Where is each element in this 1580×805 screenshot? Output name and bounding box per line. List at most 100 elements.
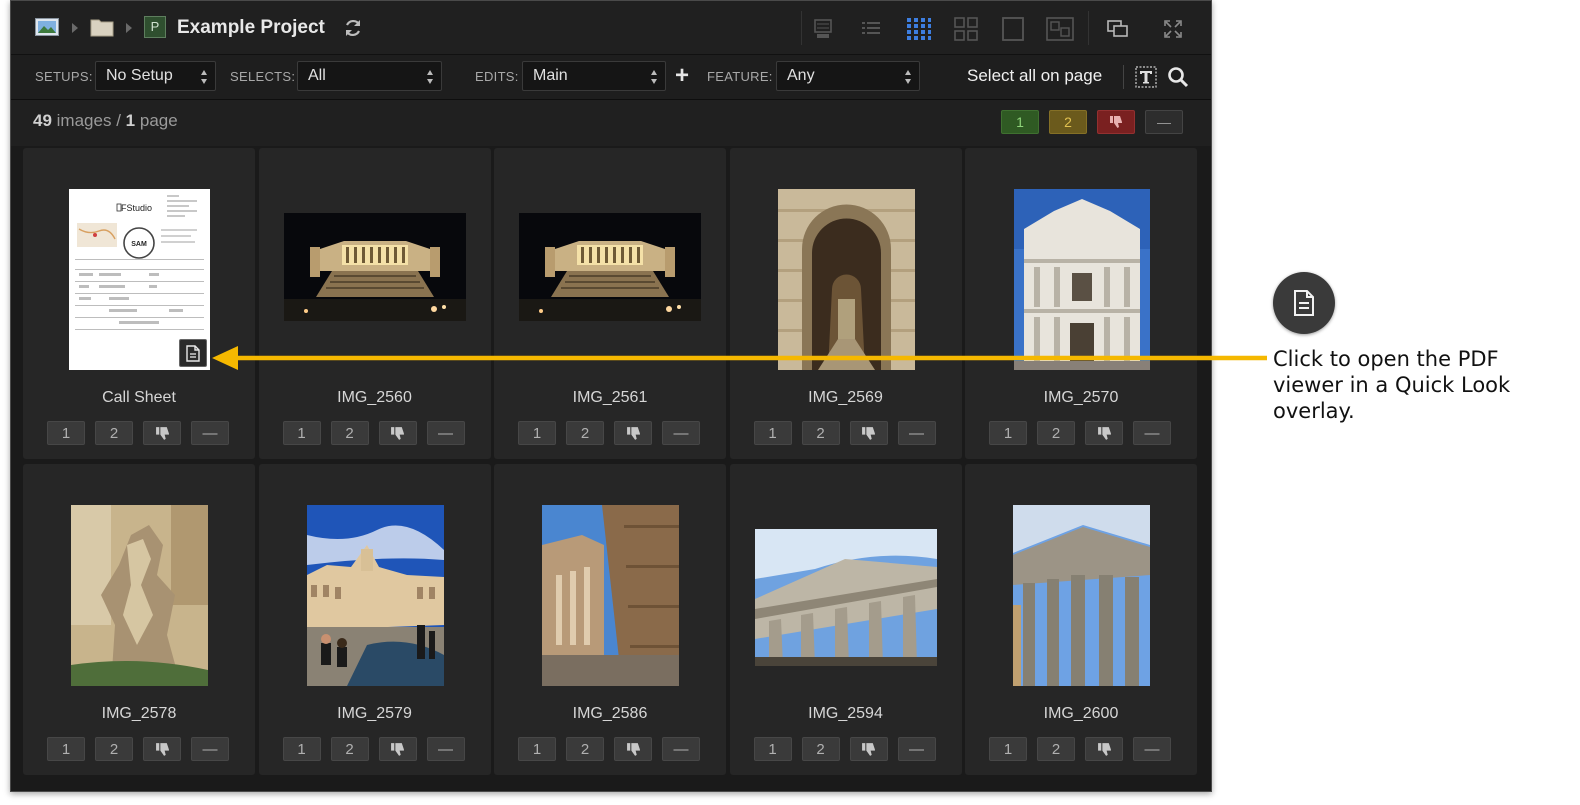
refresh-icon[interactable] [343,18,363,38]
rate-2-button[interactable]: 2 [1037,421,1075,445]
image-thumbnail[interactable] [754,529,937,666]
compare-view-icon[interactable] [1043,14,1077,44]
reject-button[interactable] [378,737,417,761]
thumbs-down-icon [862,426,875,440]
rate-2-button[interactable]: 2 [95,737,133,761]
filter-select-2-button[interactable]: 2 [1049,110,1087,134]
rating-label: 2 [580,424,590,442]
project-badge-icon[interactable]: P [144,15,166,39]
select-arrows-icon [651,70,657,84]
image-thumbnail[interactable] [71,505,208,686]
selects-select[interactable]: All [297,61,442,91]
edits-value: Main [533,67,568,84]
thumbnail-cell[interactable]: IMG_2578 1 2 — [23,464,255,775]
image-thumbnail[interactable] [542,505,679,686]
thumbnail-cell[interactable]: IMG_2569 1 2 — [729,148,962,459]
image-thumbnail[interactable] [306,505,444,686]
app-window: P Example Project SETUPS: No Setup SELEC… [10,0,1212,792]
reject-button[interactable] [849,421,888,445]
thumbnail-cell[interactable]: IMG_2586 1 2 — [494,464,726,775]
clear-rating-button[interactable]: — [897,737,936,761]
image-thumbnail[interactable] [777,189,915,370]
rate-1-button[interactable]: 1 [753,737,792,761]
reject-button[interactable] [614,421,652,445]
image-browser-icon[interactable] [35,15,59,39]
reject-button[interactable] [849,737,888,761]
clear-rating-button[interactable]: — [191,737,229,761]
image-thumbnail[interactable] [519,213,701,321]
reject-button[interactable] [1085,421,1123,445]
single-view-icon[interactable] [996,14,1030,44]
rate-1-button[interactable]: 1 [282,737,321,761]
search-icon[interactable] [1167,66,1189,93]
filter-unrated-button[interactable]: — [1145,110,1183,134]
thumbnail-cell[interactable]: IMG_2594 1 2 — [729,464,962,775]
folder-icon[interactable] [90,15,114,39]
rate-2-button[interactable]: 2 [95,421,133,445]
reject-button[interactable] [143,421,181,445]
image-thumbnail[interactable] [1014,189,1150,370]
thumbnail-caption: IMG_2579 [337,705,412,722]
reject-button[interactable] [143,737,181,761]
thumbnail-cell[interactable]: IMG_2570 1 2 — [965,148,1197,459]
clear-rating-button[interactable]: — [897,421,936,445]
add-edit-button[interactable]: + [675,61,689,91]
thumbnail-caption: IMG_2594 [808,705,883,722]
rating-label: — [673,424,689,442]
filmstrip-view-icon[interactable] [806,14,840,44]
project-badge-letter: P [144,16,166,38]
rate-2-button[interactable]: 2 [330,421,369,445]
fullscreen-icon[interactable] [1156,14,1190,44]
setups-select[interactable]: No Setup [95,61,216,91]
feature-select[interactable]: Any [776,61,920,91]
list-view-icon[interactable] [854,14,888,44]
open-pdf-button[interactable] [179,339,207,367]
image-thumbnail[interactable] [283,213,466,321]
grid-view-icon[interactable] [902,14,936,44]
rate-1-button[interactable]: 1 [753,421,792,445]
project-title[interactable]: Example Project [177,17,325,39]
clear-rating-button[interactable]: — [426,737,465,761]
filter-reject-button[interactable] [1097,110,1135,134]
rate-1-button[interactable]: 1 [282,421,321,445]
thumbs-down-icon [626,426,640,440]
clear-rating-button[interactable]: — [1133,421,1171,445]
rate-2-button[interactable]: 2 [566,421,604,445]
select-all-button[interactable]: Select all on page [967,66,1102,86]
large-grid-view-icon[interactable] [949,14,983,44]
rating-label: 2 [109,424,119,442]
reject-button[interactable] [1085,737,1123,761]
rate-1-button[interactable]: 1 [47,737,85,761]
image-thumbnail[interactable] [1013,505,1150,686]
image-count-text: 49 images / 1 page [33,111,178,131]
rate-2-button[interactable]: 2 [801,737,840,761]
thumbnail-cell[interactable]: FStudio SAM Call Sheet 1 2 — [23,148,255,459]
edits-select[interactable]: Main [522,61,666,91]
thumbnail-cell[interactable]: IMG_2560 1 2 — [258,148,491,459]
rate-2-button[interactable]: 2 [566,737,604,761]
thumbnail-cell[interactable]: IMG_2579 1 2 — [258,464,491,775]
thumbnail-cell[interactable]: IMG_2600 1 2 — [965,464,1197,775]
clear-rating-button[interactable]: — [662,421,700,445]
clear-rating-button[interactable]: — [426,421,465,445]
rate-1-button[interactable]: 1 [518,421,556,445]
rate-1-button[interactable]: 1 [989,421,1027,445]
rate-1-button[interactable]: 1 [518,737,556,761]
rating-label: 2 [816,424,825,442]
rate-1-button[interactable]: 1 [47,421,85,445]
breadcrumb-chevron-icon [126,23,132,33]
rate-2-button[interactable]: 2 [801,421,840,445]
reject-button[interactable] [614,737,652,761]
thumbnail-cell[interactable]: IMG_2561 1 2 — [494,148,726,459]
clear-rating-button[interactable]: — [662,737,700,761]
text-overlay-icon[interactable] [1135,66,1157,93]
overlay-window-icon[interactable] [1101,14,1135,44]
filter-select-1-button[interactable]: 1 [1001,110,1039,134]
reject-button[interactable] [378,421,417,445]
rating-label: 2 [1051,740,1061,758]
clear-rating-button[interactable]: — [191,421,229,445]
rate-1-button[interactable]: 1 [989,737,1027,761]
clear-rating-button[interactable]: — [1133,737,1171,761]
rate-2-button[interactable]: 2 [1037,737,1075,761]
rate-2-button[interactable]: 2 [330,737,369,761]
